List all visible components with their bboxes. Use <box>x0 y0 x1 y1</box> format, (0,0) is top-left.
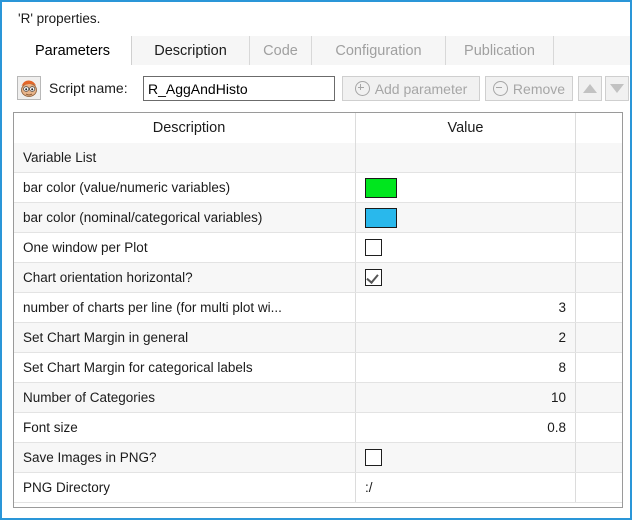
table-cell-description: bar color (nominal/categorical variables… <box>14 203 356 232</box>
move-up-button[interactable] <box>578 76 602 101</box>
table-cell-value[interactable] <box>356 233 576 262</box>
table-cell-extra <box>576 293 622 322</box>
color-swatch[interactable] <box>365 177 397 198</box>
tab-publication: Publication <box>446 36 554 66</box>
table-cell-extra <box>576 233 622 262</box>
table-cell-extra <box>576 413 622 442</box>
table-cell-extra <box>576 473 622 502</box>
toolbar: Script name: Add parameter Remove <box>4 66 630 108</box>
move-down-button[interactable] <box>605 76 629 101</box>
cell-value-text: 0.8 <box>547 420 566 435</box>
table-cell-value[interactable]: 8 <box>356 353 576 382</box>
cell-value-text: :/ <box>365 480 373 495</box>
tab-parameters[interactable]: Parameters <box>14 36 132 66</box>
table-row[interactable]: bar color (value/numeric variables) <box>14 173 622 203</box>
cell-value-text: 3 <box>558 300 566 315</box>
table-cell-extra <box>576 353 622 382</box>
table-row[interactable]: Variable List <box>14 143 622 173</box>
tab-bar: Parameters Description Code Configuration Pu… <box>4 36 630 66</box>
table-cell-description: Set Chart Margin in general <box>14 323 356 352</box>
tab-label: Publication <box>464 43 535 59</box>
table-cell-value[interactable] <box>356 143 576 172</box>
script-name-input[interactable] <box>143 76 335 101</box>
table-cell-value[interactable]: 3 <box>356 293 576 322</box>
table-cell-value[interactable]: 2 <box>356 323 576 352</box>
table-cell-extra <box>576 383 622 412</box>
add-parameter-label: Add parameter <box>374 80 468 97</box>
cell-value-text: 10 <box>550 390 566 405</box>
tab-label: Parameters <box>35 43 110 59</box>
plus-circle-icon <box>354 81 370 96</box>
cell-value-text: 8 <box>558 360 566 375</box>
table-header-row: Description Value <box>14 113 622 143</box>
table-row[interactable]: Set Chart Margin in general 2 <box>14 323 622 353</box>
table-cell-description: Font size <box>14 413 356 442</box>
column-header-value[interactable]: Value <box>356 113 576 143</box>
table-cell-description: One window per Plot <box>14 233 356 262</box>
remove-button[interactable]: Remove <box>485 76 573 101</box>
table-cell-description: Number of Categories <box>14 383 356 412</box>
table-row[interactable]: One window per Plot <box>14 233 622 263</box>
table-row[interactable]: Save Images in PNG? <box>14 443 622 473</box>
table-cell-value[interactable] <box>356 173 576 202</box>
table-cell-value[interactable]: 10 <box>356 383 576 412</box>
table-cell-value[interactable]: :/ <box>356 473 576 502</box>
table-row[interactable]: Font size 0.8 <box>14 413 622 443</box>
script-name-label: Script name: <box>49 80 128 96</box>
table-cell-extra <box>576 113 622 143</box>
properties-window: 'R' properties. Parameters Description Cod… <box>0 0 632 520</box>
remove-label: Remove <box>512 80 566 97</box>
table-cell-description: Save Images in PNG? <box>14 443 356 472</box>
table-row[interactable]: PNG Directory :/ <box>14 473 622 503</box>
minus-circle-icon <box>492 81 508 96</box>
table-cell-extra <box>576 173 622 202</box>
table-cell-description: number of charts per line (for multi plo… <box>14 293 356 322</box>
window-title: 'R' properties. <box>18 11 101 26</box>
table-cell-extra <box>576 323 622 352</box>
triangle-up-icon <box>583 84 597 93</box>
column-header-description[interactable]: Description <box>14 113 356 143</box>
add-parameter-button[interactable]: Add parameter <box>342 76 480 101</box>
checkbox[interactable] <box>365 449 382 466</box>
checkbox[interactable] <box>365 239 382 256</box>
parameters-panel: Description Value Variable List bar color (… <box>13 112 623 508</box>
tab-label: Code <box>263 43 298 59</box>
tab-label: Configuration <box>335 43 422 59</box>
tab-configuration: Configuration <box>312 36 446 66</box>
table-cell-description: Set Chart Margin for categorical labels <box>14 353 356 382</box>
table-cell-extra <box>576 143 622 172</box>
table-cell-value[interactable] <box>356 203 576 232</box>
table-cell-extra <box>576 203 622 232</box>
table-cell-description: PNG Directory <box>14 473 356 502</box>
tab-code: Code <box>250 36 312 66</box>
tab-label: Description <box>154 43 227 59</box>
table-cell-description: bar color (value/numeric variables) <box>14 173 356 202</box>
tab-strip-filler <box>554 36 630 66</box>
parameters-table: Description Value Variable List bar color (… <box>14 113 622 503</box>
table-cell-value[interactable] <box>356 443 576 472</box>
table-cell-description: Variable List <box>14 143 356 172</box>
table-row[interactable]: Set Chart Margin for categorical labels 8 <box>14 353 622 383</box>
color-swatch[interactable] <box>365 207 397 228</box>
table-cell-value[interactable]: 0.8 <box>356 413 576 442</box>
tab-description[interactable]: Description <box>132 36 250 66</box>
table-cell-extra <box>576 443 622 472</box>
table-row[interactable]: Number of Categories 10 <box>14 383 622 413</box>
checkbox[interactable] <box>365 269 382 286</box>
triangle-down-icon <box>610 84 624 93</box>
script-face-icon[interactable] <box>17 76 41 100</box>
cell-value-text: 2 <box>558 330 566 345</box>
table-row[interactable]: number of charts per line (for multi plo… <box>14 293 622 323</box>
table-row[interactable]: Chart orientation horizontal? <box>14 263 622 293</box>
table-cell-extra <box>576 263 622 292</box>
table-row[interactable]: bar color (nominal/categorical variables… <box>14 203 622 233</box>
titlebar: 'R' properties. <box>4 4 630 36</box>
table-cell-description: Chart orientation horizontal? <box>14 263 356 292</box>
table-cell-value[interactable] <box>356 263 576 292</box>
